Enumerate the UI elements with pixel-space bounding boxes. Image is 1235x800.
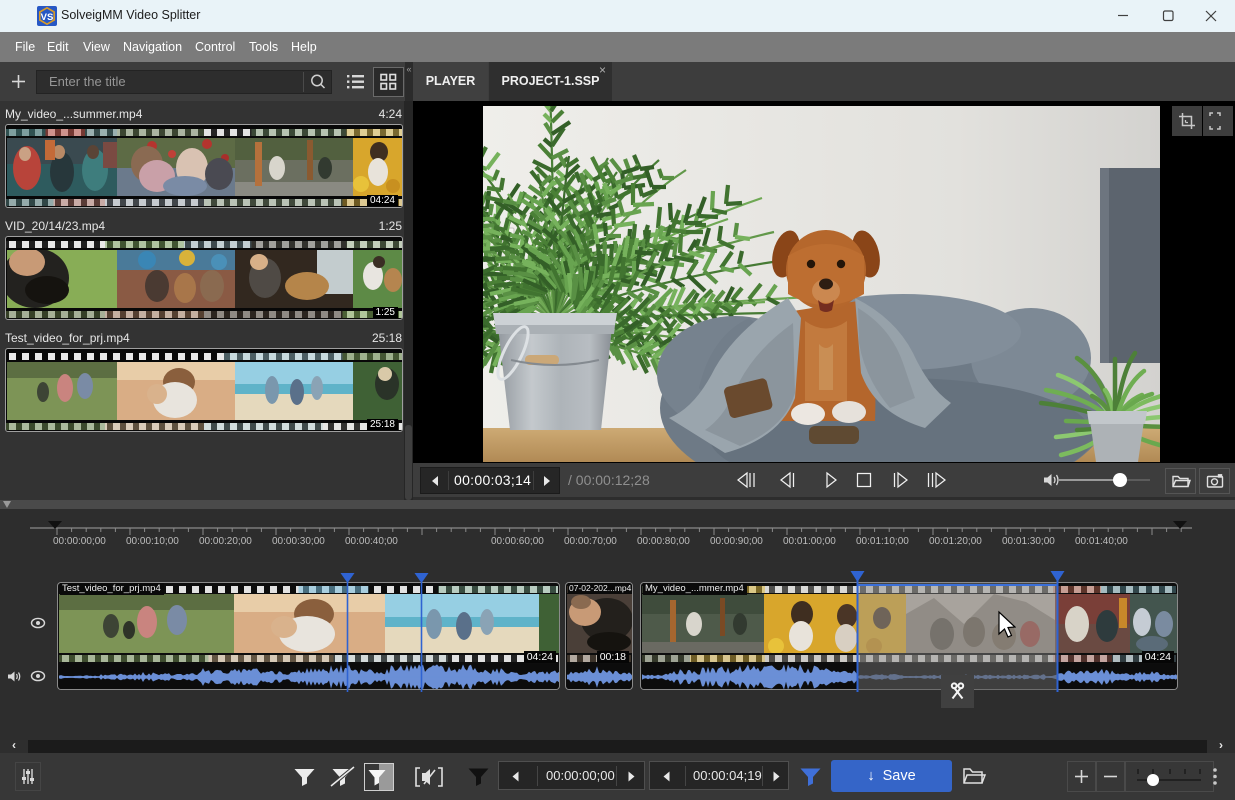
svg-text:VS: VS	[41, 12, 54, 23]
